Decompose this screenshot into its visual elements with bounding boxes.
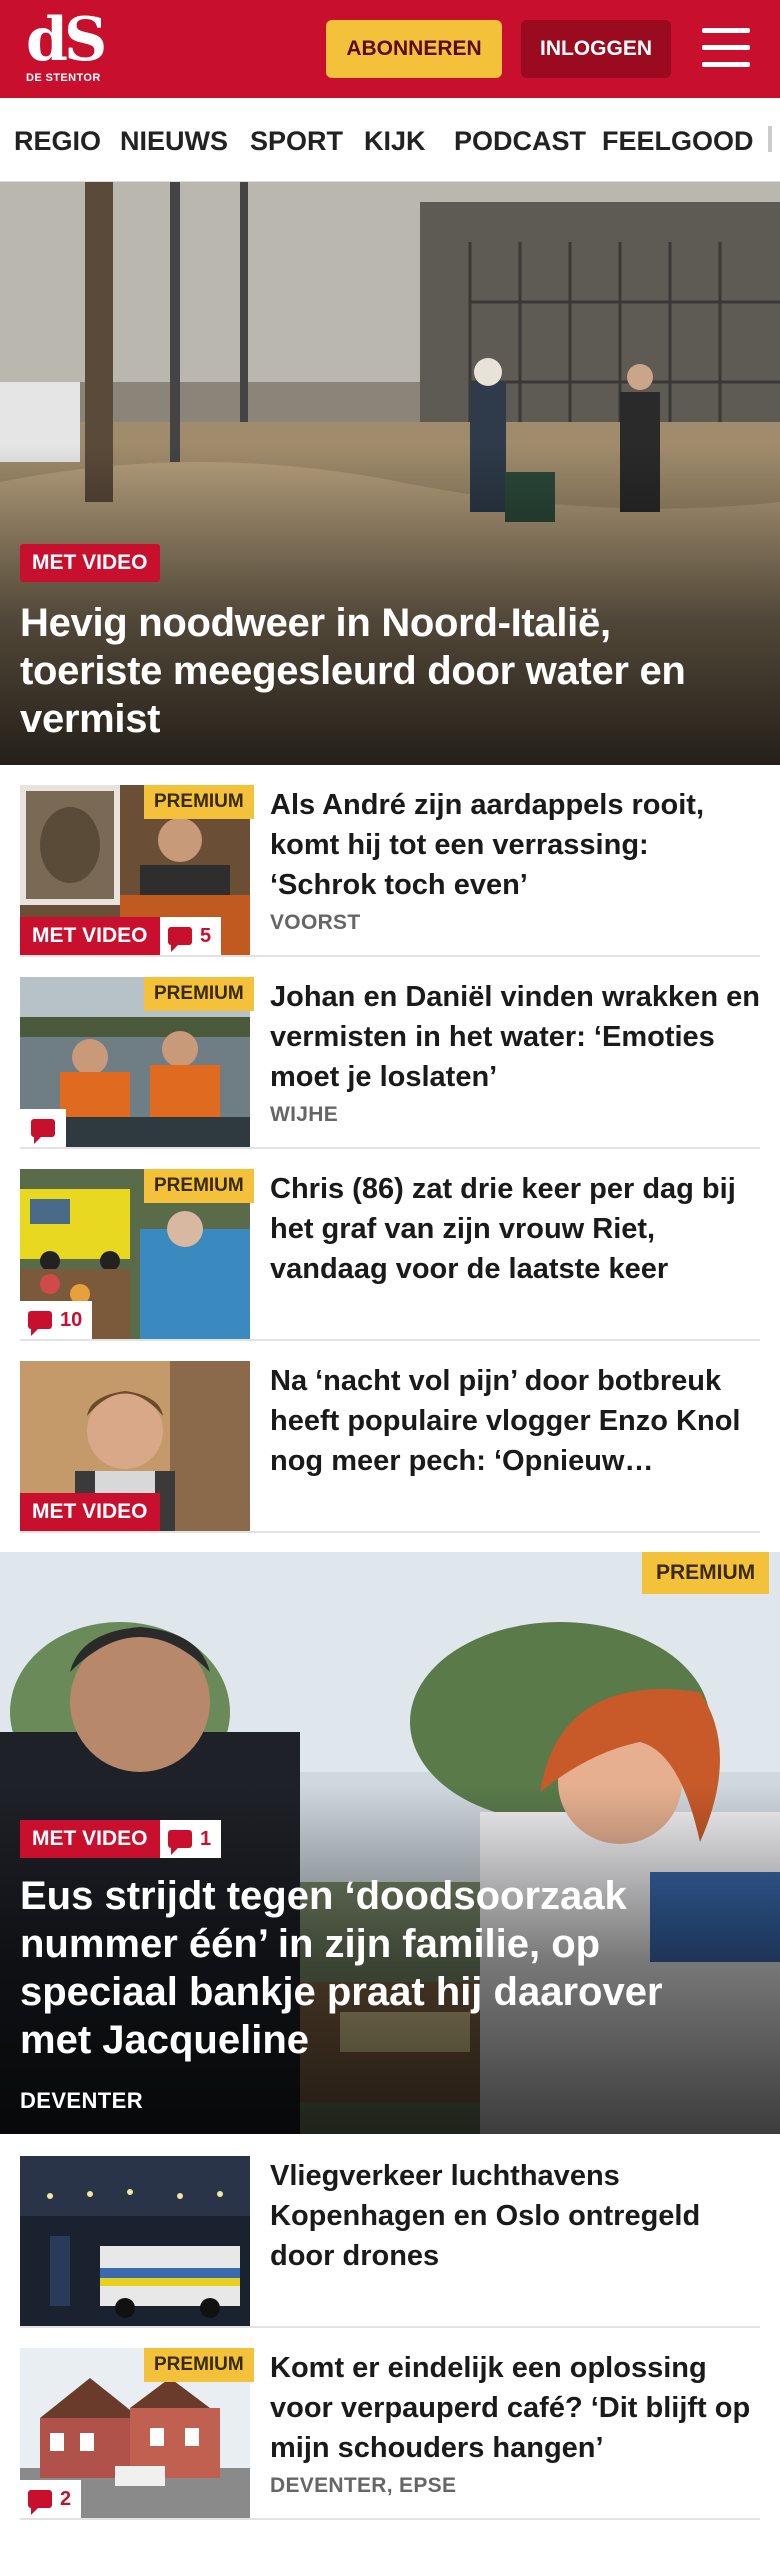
comment-count: 5: [200, 924, 212, 947]
comment-icon: [28, 1311, 52, 1336]
feature-article[interactable]: PREMIUM MET VIDEO 1 Eus strijdt tegen ‘d…: [0, 1552, 780, 2134]
article-thumbnail: [20, 2156, 250, 2326]
article-title[interactable]: Chris (86) zat drie keer per dag bij het…: [270, 1169, 760, 1289]
article-title[interactable]: Als André zijn aardappels rooit, komt hi…: [270, 785, 760, 905]
premium-badge: PREMIUM: [642, 1552, 770, 1594]
premium-badge: PREMIUM: [144, 2348, 254, 2382]
article-item[interactable]: Vliegverkeer luchthavens Kopenhagen en O…: [20, 2136, 760, 2328]
comment-icon: [168, 927, 192, 952]
site-logo[interactable]: dS DE STENTOR: [26, 5, 116, 90]
section-nav: REGIO NIEUWS SPORT KIJK PODCAST FEELGOOD: [0, 98, 780, 182]
video-badge: MET VIDEO: [20, 544, 160, 582]
article-title[interactable]: Johan en Daniël vinden wrakken en vermis…: [270, 977, 760, 1097]
article-item[interactable]: PREMIUM MET VIDEO 5 Als André zijn aarda…: [20, 765, 760, 957]
article-item[interactable]: PREMIUM 10 Chris (86) zat drie keer per …: [20, 1149, 760, 1341]
comment-icon: [31, 1119, 55, 1144]
premium-badge: PREMIUM: [144, 1169, 254, 1203]
comment-count-badge[interactable]: 5: [160, 917, 222, 955]
article-location: VOORST: [270, 911, 361, 934]
feature-title[interactable]: Eus strijdt tegen ‘doodsoorzaak nummer é…: [20, 1872, 740, 2064]
premium-badge: PREMIUM: [144, 977, 254, 1011]
article-title[interactable]: Na ‘nacht vol pijn’ door botbreuk heeft …: [270, 1361, 760, 1481]
video-badge: MET VIDEO: [20, 1493, 160, 1531]
nav-item-podcast[interactable]: PODCAST: [454, 126, 586, 157]
hero-article[interactable]: MET VIDEO Hevig noodweer in Noord-Italië…: [0, 182, 780, 765]
login-button[interactable]: INLOGGEN: [521, 20, 671, 78]
comment-count-badge[interactable]: 10: [20, 1301, 93, 1339]
comment-icon: [168, 1830, 192, 1855]
nav-overflow-indicator: [768, 126, 772, 152]
article-location: DEVENTER, EPSE: [270, 2474, 457, 2497]
video-badge: MET VIDEO: [20, 917, 160, 955]
nav-item-nieuws[interactable]: NIEUWS: [120, 126, 228, 157]
article-item[interactable]: PREMIUM 2 Komt er eindelijk een oplossin…: [20, 2328, 760, 2520]
article-title[interactable]: Vliegverkeer luchthavens Kopenhagen en O…: [270, 2156, 760, 2276]
comment-count: 1: [200, 1827, 212, 1850]
premium-badge: PREMIUM: [144, 785, 254, 819]
top-bar: dS DE STENTOR ABONNEREN INLOGGEN: [0, 0, 780, 98]
comment-count-badge[interactable]: 1: [160, 1820, 222, 1858]
comment-count: 10: [60, 1308, 83, 1331]
article-title[interactable]: Komt er eindelijk een oplossing voor ver…: [270, 2348, 760, 2468]
hero-title[interactable]: Hevig noodweer in Noord-Italië, toeriste…: [20, 599, 760, 743]
comment-count-badge[interactable]: 2: [20, 2480, 82, 2518]
article-item[interactable]: PREMIUM Johan en Daniël vinden wrakken e…: [20, 957, 760, 1149]
subscribe-button[interactable]: ABONNEREN: [326, 20, 502, 78]
article-item[interactable]: MET VIDEO Na ‘nacht vol pijn’ door botbr…: [20, 1341, 760, 1533]
comment-count: 2: [60, 2487, 72, 2510]
comment-icon: [28, 2490, 52, 2515]
comment-badge[interactable]: [20, 1109, 66, 1147]
video-badge: MET VIDEO: [20, 1820, 160, 1858]
nav-item-feelgood[interactable]: FEELGOOD: [602, 126, 754, 157]
nav-item-sport[interactable]: SPORT: [250, 126, 343, 157]
feature-location: DEVENTER: [20, 2088, 143, 2113]
logo-mark: dS: [26, 5, 107, 75]
article-location: WIJHE: [270, 1103, 339, 1126]
nav-item-regio[interactable]: REGIO: [14, 126, 101, 157]
nav-item-kijk[interactable]: KIJK: [364, 126, 426, 157]
hamburger-menu-icon[interactable]: [700, 24, 752, 72]
